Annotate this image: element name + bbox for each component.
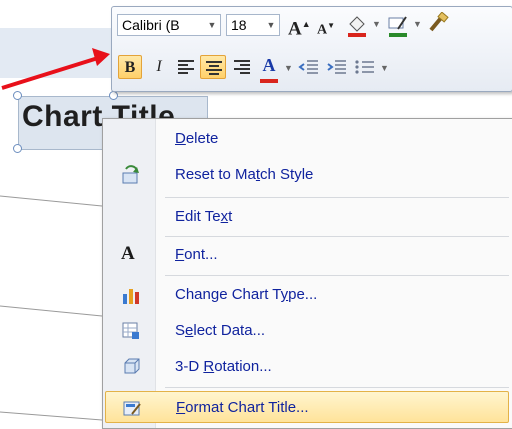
- align-right-icon[interactable]: [232, 58, 252, 76]
- chart-type-icon: [123, 289, 139, 304]
- chevron-down-icon[interactable]: ▼: [263, 15, 279, 35]
- format-title-icon: [123, 401, 141, 416]
- decrease-indent-icon[interactable]: [298, 58, 320, 76]
- menu-item-select-data[interactable]: Select Data...: [105, 315, 509, 347]
- font-size-combo[interactable]: 18 ▼: [226, 14, 280, 36]
- selection-handle[interactable]: [13, 144, 22, 153]
- fill-color-icon[interactable]: [345, 13, 369, 37]
- gridline: [0, 411, 103, 421]
- context-menu: Delete Reset to Match Style Edit Text A …: [102, 118, 512, 429]
- font-name-value: Calibri (B: [122, 17, 180, 33]
- rotation-3d-icon: [124, 358, 140, 374]
- bullets-icon[interactable]: [354, 58, 376, 76]
- menu-separator: [165, 236, 509, 237]
- menu-item-3d-rotation[interactable]: 3-D Rotation...: [105, 351, 509, 383]
- font-color-button[interactable]: A: [258, 53, 280, 77]
- shrink-font-button[interactable]: A▼: [316, 14, 336, 38]
- menu-item-reset-style[interactable]: Reset to Match Style: [105, 159, 509, 191]
- align-left-icon[interactable]: [176, 58, 196, 76]
- italic-button[interactable]: I: [148, 55, 170, 79]
- chevron-down-icon[interactable]: ▼: [284, 63, 293, 73]
- menu-separator: [165, 387, 509, 388]
- gridline: [0, 305, 103, 317]
- menu-item-label: Font...: [175, 246, 218, 263]
- menu-item-label: Reset to Match Style: [175, 166, 314, 183]
- chevron-down-icon[interactable]: ▼: [380, 63, 389, 73]
- menu-item-label: 3-D Rotation...: [175, 358, 272, 375]
- font-icon: A: [121, 243, 135, 264]
- menu-separator: [165, 197, 509, 198]
- bold-button[interactable]: B: [118, 55, 142, 79]
- increase-indent-icon[interactable]: [326, 58, 348, 76]
- mini-toolbar: Calibri (B ▼ 18 ▼ A▲ A▼ ▼ ▼ B I A ▼ ▼: [111, 6, 512, 92]
- gridline: [0, 195, 103, 207]
- font-size-value: 18: [231, 17, 247, 33]
- menu-item-delete[interactable]: Delete: [105, 123, 509, 155]
- format-painter-icon[interactable]: [425, 12, 449, 36]
- menu-item-label: Delete: [175, 130, 219, 147]
- menu-item-label: Edit Text: [175, 208, 233, 225]
- red-arrow: [1, 48, 110, 90]
- menu-item-edit-text[interactable]: Edit Text: [105, 201, 509, 233]
- align-center-button[interactable]: [200, 55, 226, 79]
- menu-item-format-chart-title[interactable]: Format Chart Title...: [105, 391, 509, 423]
- menu-separator: [165, 275, 509, 276]
- menu-item-change-chart-type[interactable]: Change Chart Type...: [105, 279, 509, 311]
- reset-style-icon: [122, 165, 139, 184]
- chevron-down-icon[interactable]: ▼: [413, 19, 422, 29]
- outline-color-icon[interactable]: [386, 13, 410, 37]
- menu-item-label: Format Chart Title...: [176, 399, 309, 416]
- menu-item-font[interactable]: A Font...: [105, 239, 509, 271]
- chevron-down-icon[interactable]: ▼: [204, 15, 220, 35]
- select-data-icon: [122, 322, 139, 339]
- chevron-down-icon[interactable]: ▼: [372, 19, 381, 29]
- align-center-icon: [206, 61, 222, 75]
- font-name-combo[interactable]: Calibri (B ▼: [117, 14, 221, 36]
- grow-font-button[interactable]: A▲: [288, 12, 311, 39]
- menu-item-label: Change Chart Type...: [175, 286, 318, 303]
- font-color-swatch: [260, 79, 278, 83]
- menu-item-label: Select Data...: [175, 322, 266, 339]
